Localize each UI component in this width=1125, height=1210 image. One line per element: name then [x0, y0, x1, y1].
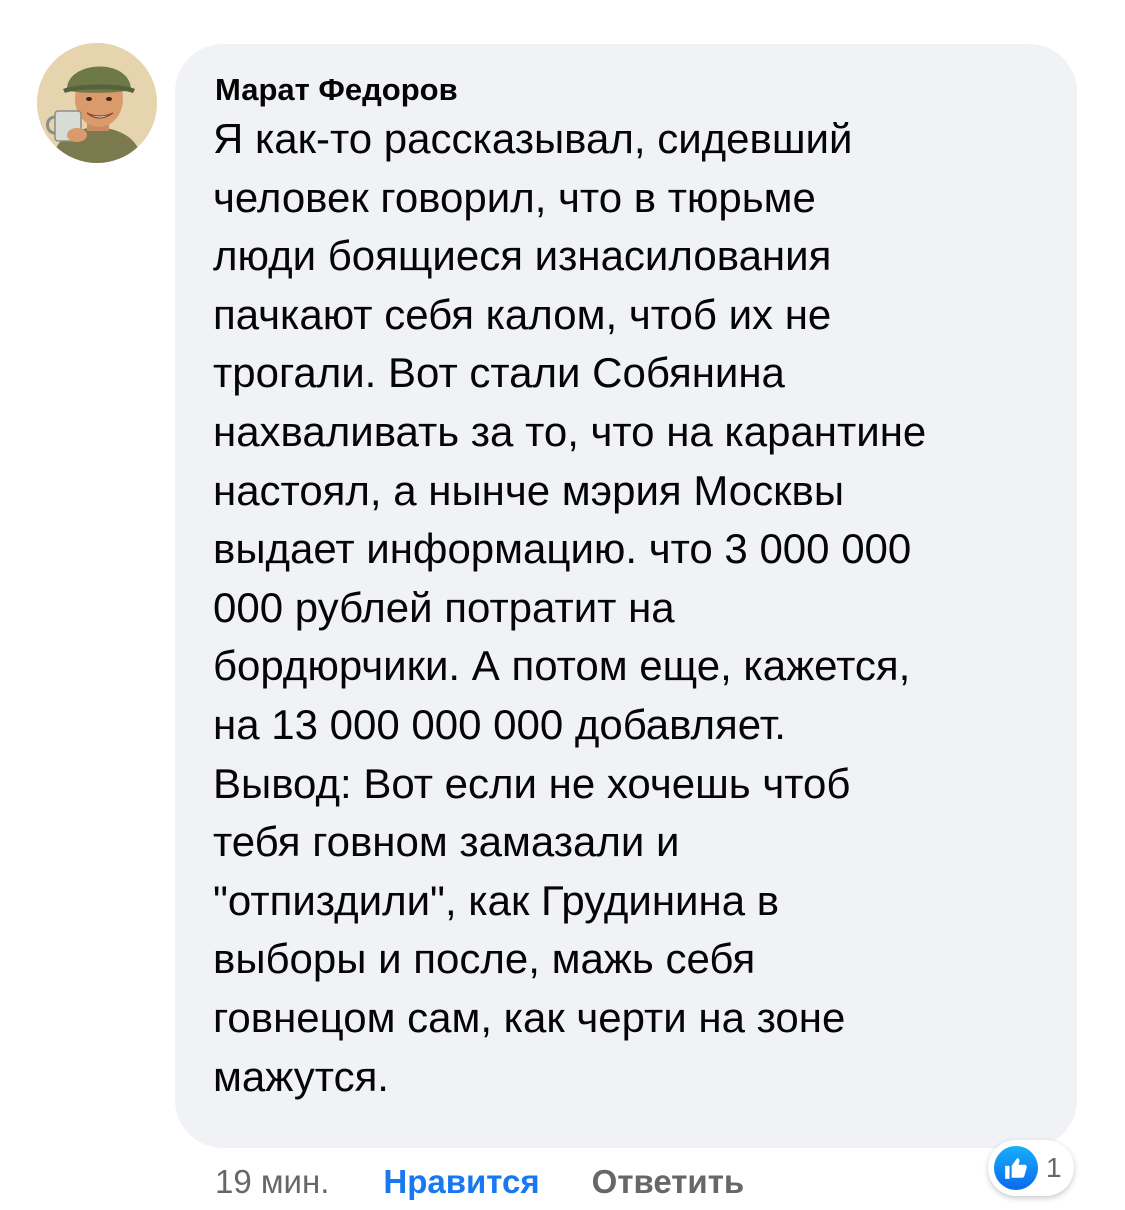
comment-text-line: говнецом сам, как черти на зоне	[213, 993, 846, 1041]
comment-text-line: пачкают себя калом, чтоб их не	[213, 290, 832, 338]
comment-text-line: трогали. Вот стали Собянина	[213, 349, 785, 397]
comment-text-line: Вывод: Вот если не хочешь чтоб	[213, 759, 851, 807]
like-icon	[994, 1146, 1038, 1190]
comment-text-line: выборы и после, мажь себя	[213, 935, 756, 983]
comment-text-line: выдает информацию. что 3 000 000	[213, 525, 912, 573]
comment-text-line: 000 рублей потратит на	[213, 583, 675, 631]
comment-actions: 19 мин. Нравится Ответить	[215, 1162, 744, 1202]
comment-bubble: Марат Федоров Я как-то рассказывал, сиде…	[175, 44, 1077, 1148]
comment-text-line: человек говорил, что в тюрьме	[213, 173, 816, 221]
reply-button[interactable]: Ответить	[592, 1163, 745, 1201]
comment-text: Я как-то рассказывал, сидевший человек г…	[213, 110, 1041, 1106]
reaction-count: 1	[1046, 1152, 1062, 1183]
comment-author[interactable]: Марат Федоров	[215, 72, 458, 108]
comment-text-line: бордюрчики. А потом еще, кажется,	[213, 642, 911, 690]
like-button[interactable]: Нравится	[383, 1163, 539, 1201]
comment-text-line: на 13 000 000 000 добавляет.	[213, 700, 786, 748]
comment-text-line: "отпиздили", как Грудинина в	[213, 876, 780, 924]
comment-text-line: мажутся.	[213, 1052, 389, 1100]
comment-text-line: люди боящиеся изнасилования	[213, 232, 832, 280]
avatar-soldier-image	[37, 43, 157, 163]
comment-text-line: нахваливать за то, что на карантине	[213, 407, 927, 455]
comment-timestamp[interactable]: 19 мин.	[215, 1163, 329, 1201]
comment-text-line: настоял, а нынче мэрия Москвы	[213, 466, 845, 514]
thumbs-up-glyph	[1005, 1158, 1027, 1179]
reaction-summary[interactable]: 1	[988, 1140, 1074, 1196]
comment: Марат Федоров Я как-то рассказывал, сиде…	[0, 0, 1125, 1210]
comment-text-line: тебя говном замазали и	[213, 818, 680, 866]
avatar[interactable]	[37, 43, 157, 163]
comment-text-line: Я как-то рассказывал, сидевший	[213, 115, 853, 162]
